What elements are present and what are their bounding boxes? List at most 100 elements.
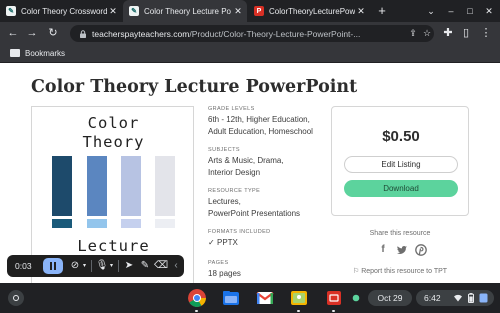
bookmark-star-icon[interactable]: ☆ bbox=[420, 25, 434, 42]
edit-listing-button[interactable]: Edit Listing bbox=[344, 156, 458, 173]
detail-heading: PAGES bbox=[208, 260, 229, 266]
folder-icon bbox=[10, 49, 20, 57]
slides-icon[interactable] bbox=[325, 289, 343, 307]
camera-off-icon[interactable]: ⊘ bbox=[68, 255, 82, 277]
tab-title: Color Theory Crossword bbox=[21, 6, 107, 16]
price: $0.50 bbox=[382, 128, 420, 145]
report-link[interactable]: ⚐ Report this resource to TPT bbox=[331, 267, 469, 275]
detail-value: ✓ PPTX bbox=[208, 237, 271, 249]
app-running-indicator bbox=[195, 310, 198, 312]
tab-lecture[interactable]: ✎ Color Theory Lecture Po ✕ bbox=[123, 0, 247, 22]
pointer-icon[interactable]: ➤ bbox=[122, 255, 136, 277]
detail-line: PPTX bbox=[217, 238, 238, 247]
divider bbox=[91, 260, 92, 272]
recording-indicator-icon[interactable] bbox=[350, 292, 362, 304]
date-pill[interactable]: Oct 29 bbox=[368, 290, 412, 306]
close-window-icon[interactable]: ✕ bbox=[481, 0, 497, 22]
color-swatch-bottom bbox=[52, 219, 72, 228]
chevron-down-icon[interactable]: ▾ bbox=[108, 255, 115, 277]
close-icon[interactable]: ✕ bbox=[107, 6, 119, 17]
download-button[interactable]: Download bbox=[344, 180, 458, 197]
side-panel-icon[interactable]: ▯ bbox=[458, 22, 474, 44]
files-icon[interactable] bbox=[222, 289, 240, 307]
forward-icon[interactable]: → bbox=[24, 22, 40, 44]
wifi-icon bbox=[454, 294, 462, 302]
status-tray[interactable]: 6:42 bbox=[416, 290, 494, 306]
facebook-icon[interactable]: f bbox=[377, 244, 389, 256]
detail-line: Lectures, bbox=[208, 197, 241, 206]
pages: PAGES 18 pages bbox=[208, 260, 241, 280]
divider bbox=[118, 260, 119, 272]
chevron-down-icon[interactable]: ▾ bbox=[81, 255, 88, 277]
tab-title: ColorTheoryLecturePowe bbox=[269, 6, 355, 16]
pause-button[interactable] bbox=[43, 258, 63, 274]
extensions-icon[interactable]: ✚ bbox=[440, 22, 456, 44]
screen-recorder-toolbar: 0:03 ⊘ ▾ 🎙 ▾ ➤ ✎ ⌫ ‹ bbox=[7, 255, 184, 277]
share-page-icon[interactable]: ⇪ bbox=[406, 25, 420, 42]
close-icon[interactable]: ✕ bbox=[232, 6, 244, 17]
flag-icon: ⚐ bbox=[352, 268, 362, 275]
tab-powerpoint[interactable]: P ColorTheoryLecturePowe ✕ bbox=[248, 0, 370, 22]
tab-title: Color Theory Lecture Po bbox=[144, 6, 232, 16]
url-text: teacherspayteachers.com/Product/Color-Th… bbox=[92, 29, 406, 39]
thumbnail-text-line1: Color bbox=[87, 114, 140, 132]
color-swatch bbox=[121, 156, 141, 216]
new-tab-button[interactable]: + bbox=[373, 0, 391, 22]
tab-search-icon[interactable]: ⌄ bbox=[423, 0, 439, 22]
microphone-icon[interactable]: 🎙 bbox=[95, 255, 109, 277]
resource-type: RESOURCE TYPE Lectures, PowerPoint Presen… bbox=[208, 188, 300, 220]
browser-toolbar: ← → ↻ teacherspayteachers.com/Product/Co… bbox=[0, 22, 500, 44]
color-swatch-bottom bbox=[155, 219, 175, 228]
color-swatch bbox=[52, 156, 72, 216]
product-title: Color Theory Lecture PowerPoint bbox=[31, 77, 358, 97]
reload-icon[interactable]: ↻ bbox=[45, 22, 61, 44]
color-swatch bbox=[155, 156, 175, 216]
color-swatch-bottom bbox=[121, 219, 141, 228]
detail-line: Arts & Music, Drama, bbox=[208, 156, 284, 165]
app-running-indicator bbox=[332, 310, 335, 312]
formats-included: FORMATS INCLUDED ✓ PPTX bbox=[208, 229, 271, 249]
gmail-icon[interactable] bbox=[256, 289, 274, 307]
share-icons: f bbox=[377, 243, 427, 257]
google-classroom-icon[interactable] bbox=[290, 289, 308, 307]
tab-crossword[interactable]: ✎ Color Theory Crossword ✕ bbox=[0, 0, 122, 22]
detail-value[interactable]: Lectures, PowerPoint Presentations bbox=[208, 196, 300, 220]
thumbnail-text-line2: Theory bbox=[82, 133, 145, 151]
app-running-indicator bbox=[297, 310, 300, 312]
maximize-icon[interactable]: □ bbox=[462, 0, 478, 22]
tpt-favicon: ✎ bbox=[6, 6, 16, 16]
bookmarks-bar: Bookmarks bbox=[0, 44, 500, 63]
back-icon[interactable]: ← bbox=[5, 22, 21, 44]
twitter-icon[interactable] bbox=[396, 244, 408, 256]
detail-value[interactable]: Arts & Music, Drama, Interior Design bbox=[208, 155, 284, 179]
address-bar[interactable]: teacherspayteachers.com/Product/Color-Th… bbox=[70, 25, 434, 42]
detail-line: 6th - 12th, Higher Education, bbox=[208, 115, 310, 124]
detail-heading: SUBJECTS bbox=[208, 147, 240, 153]
clock-time: 6:42 bbox=[424, 293, 441, 303]
system-shelf: Oct 29 6:42 bbox=[0, 283, 500, 313]
minimize-icon[interactable]: – bbox=[443, 0, 459, 22]
eraser-icon[interactable]: ⌫ bbox=[154, 255, 168, 277]
account-avatar-icon bbox=[479, 293, 488, 303]
tab-strip: ✎ Color Theory Crossword ✕ ✎ Color Theor… bbox=[0, 0, 500, 22]
detail-value[interactable]: 6th - 12th, Higher Education, Adult Educa… bbox=[208, 114, 313, 138]
url-path: /Product/Color-Theory-Lecture-PowerPoint… bbox=[189, 28, 361, 39]
detail-line: PowerPoint Presentations bbox=[208, 209, 301, 218]
detail-value: 18 pages bbox=[208, 269, 241, 278]
detail-heading: GRADE LEVELS bbox=[208, 106, 255, 112]
powerpoint-icon: P bbox=[254, 6, 264, 16]
chrome-icon[interactable] bbox=[188, 289, 206, 307]
pinterest-icon[interactable] bbox=[415, 244, 427, 256]
detail-line: Interior Design bbox=[208, 168, 261, 177]
menu-icon[interactable]: ⋮ bbox=[478, 22, 494, 44]
detail-heading: FORMATS INCLUDED bbox=[208, 229, 271, 235]
check-icon: ✓ bbox=[208, 238, 215, 247]
detail-line: Adult Education, Homeschool bbox=[208, 127, 313, 136]
launcher-button[interactable] bbox=[8, 290, 24, 306]
bookmarks-folder[interactable]: Bookmarks bbox=[25, 49, 65, 58]
url-host: teacherspayteachers.com bbox=[92, 28, 190, 39]
color-swatch-bottom bbox=[87, 219, 107, 228]
chevron-left-icon[interactable]: ‹ bbox=[171, 255, 181, 277]
close-icon[interactable]: ✕ bbox=[355, 6, 367, 17]
pen-icon[interactable]: ✎ bbox=[138, 255, 152, 277]
